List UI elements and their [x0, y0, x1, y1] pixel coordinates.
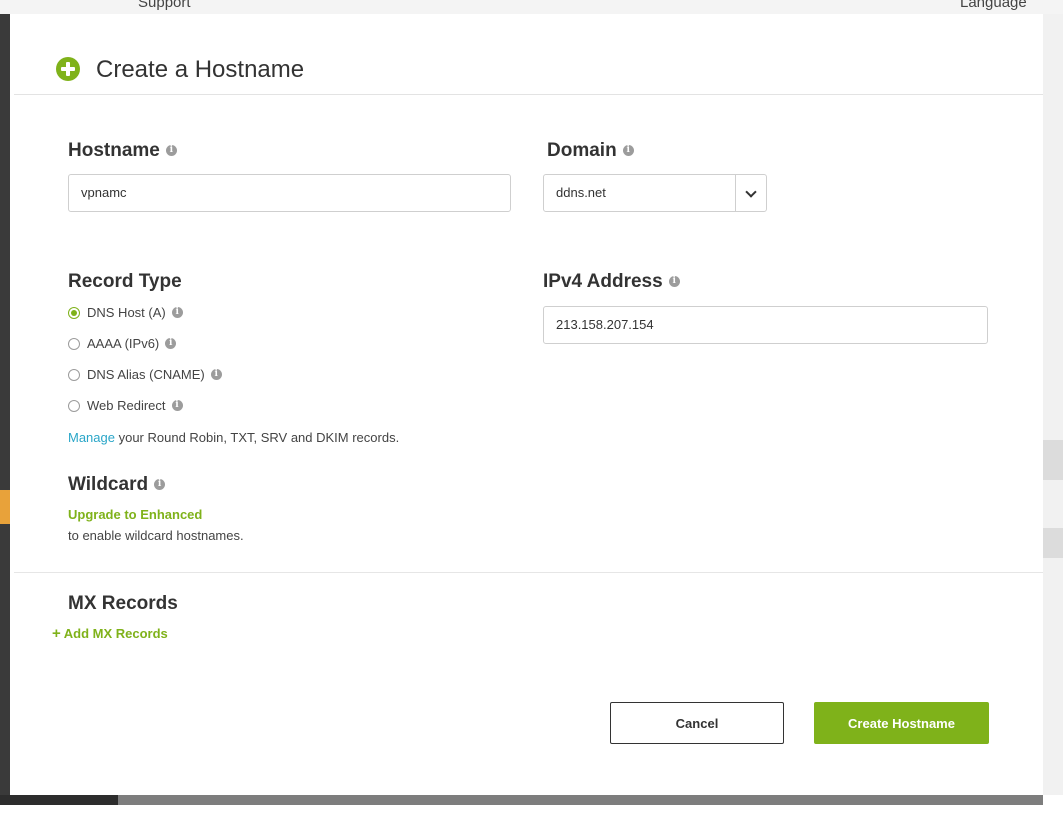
- plus-circle-icon: [56, 57, 80, 81]
- record-type-label: Record Type: [68, 271, 182, 292]
- background-topbar: Support Language: [0, 0, 1063, 14]
- info-icon[interactable]: i: [622, 145, 634, 157]
- background-left-strip: [0, 14, 10, 804]
- info-icon[interactable]: i: [165, 338, 177, 349]
- manage-records-text: Manage your Round Robin, TXT, SRV and DK…: [68, 430, 400, 445]
- create-hostname-button[interactable]: Create Hostname: [814, 702, 989, 744]
- support-menu: Support: [138, 0, 191, 11]
- ipv4-label: IPv4 Address i: [543, 271, 680, 293]
- background-right-strip: [1043, 14, 1063, 804]
- wildcard-label: Wildcard i: [68, 474, 166, 496]
- add-mx-records-link[interactable]: + Add MX Records: [52, 625, 168, 642]
- background-orange-tab: [0, 490, 10, 524]
- upgrade-enhanced-link[interactable]: Upgrade to Enhanced: [68, 507, 202, 522]
- plus-icon: +: [52, 625, 61, 642]
- info-icon[interactable]: i: [171, 307, 183, 318]
- hostname-input[interactable]: vpnamc: [68, 174, 511, 212]
- domain-label: Domain i: [547, 140, 634, 162]
- radio-web-redirect[interactable]: Web Redirect i: [68, 398, 183, 413]
- background-right-bar-2: [1043, 528, 1063, 558]
- background-bottom-dark: [0, 795, 118, 805]
- background-bottom-gray: [118, 795, 1043, 805]
- mx-records-label: MX Records: [68, 593, 178, 614]
- modal-header: Create a Hostname: [14, 20, 1043, 95]
- radio-button[interactable]: [68, 337, 80, 350]
- cancel-button[interactable]: Cancel: [610, 702, 784, 744]
- modal-title: Create a Hostname: [96, 56, 305, 83]
- info-icon[interactable]: i: [668, 276, 680, 288]
- radio-dns-host-a[interactable]: DNS Host (A) i: [68, 305, 183, 320]
- info-icon[interactable]: i: [154, 479, 166, 491]
- radio-button[interactable]: [68, 306, 80, 319]
- radio-dns-alias-cname[interactable]: DNS Alias (CNAME) i: [68, 367, 222, 382]
- background-right-bar: [1043, 440, 1063, 480]
- language-menu: Language: [960, 0, 1027, 11]
- ipv4-input[interactable]: 213.158.207.154: [543, 306, 988, 344]
- domain-select[interactable]: ddns.net: [543, 174, 767, 212]
- section-divider: [14, 572, 1043, 573]
- radio-button[interactable]: [68, 399, 80, 412]
- radio-aaaa-ipv6[interactable]: AAAA (IPv6) i: [68, 336, 177, 351]
- chevron-down-icon[interactable]: [735, 175, 766, 211]
- create-hostname-modal: Create a Hostname Hostname i vpnamc Domai…: [14, 20, 1043, 794]
- info-icon[interactable]: i: [210, 369, 222, 380]
- hostname-label: Hostname i: [68, 140, 177, 162]
- info-icon[interactable]: i: [171, 400, 183, 411]
- info-icon[interactable]: i: [165, 145, 177, 157]
- manage-link[interactable]: Manage: [68, 430, 115, 445]
- radio-button[interactable]: [68, 368, 80, 381]
- wildcard-description: to enable wildcard hostnames.: [68, 528, 244, 543]
